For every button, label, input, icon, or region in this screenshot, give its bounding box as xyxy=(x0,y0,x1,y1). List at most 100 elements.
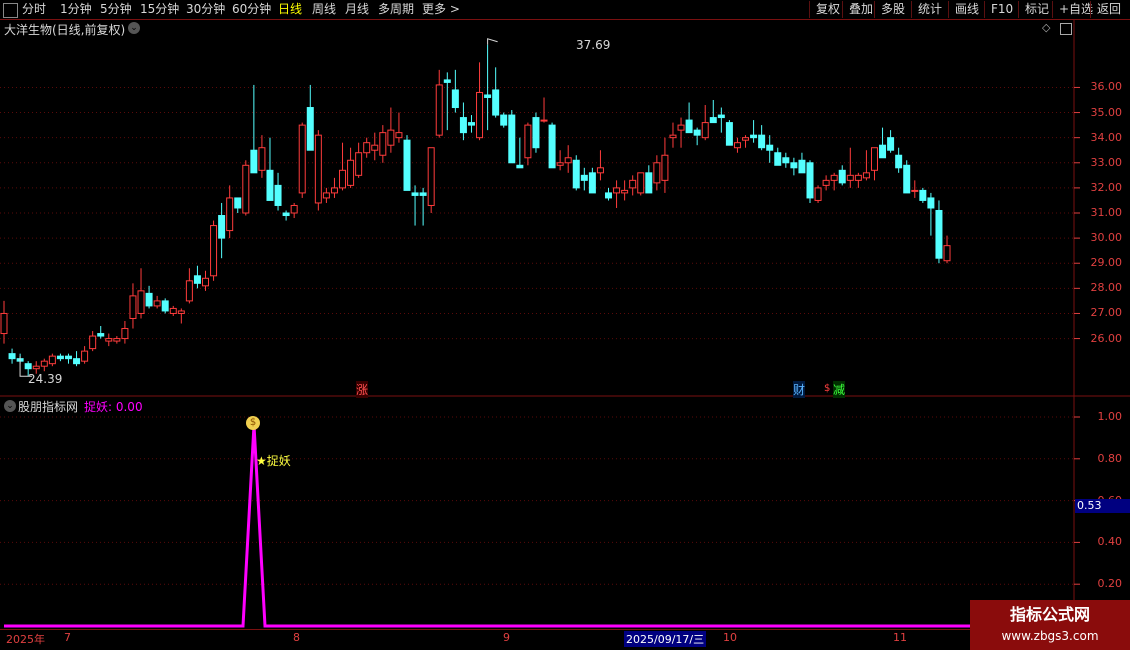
candle xyxy=(887,137,895,151)
candle xyxy=(669,134,677,139)
candle xyxy=(596,167,604,174)
toolbar-period-3[interactable]: 15分钟 xyxy=(140,1,179,18)
candle xyxy=(210,225,218,277)
candle xyxy=(339,169,347,189)
price-chart[interactable] xyxy=(0,19,1130,397)
date-month-10: 10 xyxy=(723,631,737,644)
candle xyxy=(758,134,766,149)
date-year: 2025年 xyxy=(6,633,45,646)
price-axis-tick: 27.00 xyxy=(1090,306,1123,320)
candle xyxy=(387,129,395,146)
toolbar-action-2[interactable]: 多股 xyxy=(874,1,911,18)
dollar-icon: $ xyxy=(824,383,831,394)
candle xyxy=(363,142,371,154)
candle xyxy=(766,144,774,151)
candle xyxy=(250,149,258,174)
toolbar-action-4[interactable]: 画线 xyxy=(948,1,985,18)
toolbar-period-4[interactable]: 30分钟 xyxy=(186,1,225,18)
toolbar-period-8[interactable]: 月线 xyxy=(345,1,369,18)
candle xyxy=(451,89,459,109)
signal-label: ★捉妖 xyxy=(256,454,291,468)
candle xyxy=(774,152,782,166)
toolbar-action-3[interactable]: 统计 xyxy=(911,1,948,18)
candle xyxy=(605,192,612,199)
candle xyxy=(435,84,443,136)
current-value-box: 0.53 xyxy=(1075,499,1130,513)
candle xyxy=(645,172,653,194)
date-month-9: 9 xyxy=(503,631,510,644)
toolbar-menu-icon[interactable] xyxy=(3,3,18,18)
candle xyxy=(685,119,693,134)
candle xyxy=(556,162,564,166)
candle xyxy=(733,142,741,149)
candle xyxy=(548,124,556,169)
candle xyxy=(903,164,911,194)
money-bag-icon: $ xyxy=(246,416,260,430)
candle xyxy=(814,187,822,201)
candle xyxy=(927,197,935,209)
candle xyxy=(621,189,629,194)
candle xyxy=(943,245,951,262)
candle xyxy=(838,169,846,184)
toolbar-period-7[interactable]: 周线 xyxy=(312,1,336,18)
candle xyxy=(484,94,492,98)
candle xyxy=(56,355,64,360)
candle xyxy=(306,107,314,151)
marker-zhang[interactable]: 涨 xyxy=(356,381,369,398)
toolbar-period-10[interactable]: 更多 > xyxy=(422,1,460,18)
watermark-url: www.zbgs3.com xyxy=(1001,629,1099,643)
indicator-axis-tick: 0.40 xyxy=(1097,535,1123,549)
candle xyxy=(862,172,870,179)
candle xyxy=(274,184,282,206)
toolbar-action-8[interactable]: 返回 xyxy=(1090,1,1127,18)
candle xyxy=(870,147,878,171)
candle xyxy=(588,172,596,194)
candle xyxy=(782,157,790,164)
max-price-label: 37.69 xyxy=(576,38,611,52)
candle xyxy=(314,134,322,204)
candle xyxy=(524,124,532,159)
toolbar-action-5[interactable]: F10 xyxy=(984,1,1019,18)
candle xyxy=(661,154,669,181)
toolbar-action-0[interactable]: 复权 xyxy=(809,1,846,18)
indicator-chart[interactable] xyxy=(0,397,1130,629)
toolbar-period-0[interactable]: 分时 xyxy=(22,1,46,18)
toolbar-action-6[interactable]: 标记 xyxy=(1018,1,1055,18)
candle xyxy=(443,79,451,83)
marker-jian[interactable]: 减 xyxy=(833,381,846,398)
toolbar-period-2[interactable]: 5分钟 xyxy=(100,1,132,18)
candle xyxy=(379,132,387,156)
candle xyxy=(81,350,89,362)
toolbar-period-6[interactable]: 日线 xyxy=(278,1,302,18)
candle xyxy=(717,114,725,119)
toolbar-period-1[interactable]: 1分钟 xyxy=(60,1,92,18)
candle xyxy=(919,189,927,201)
candle xyxy=(161,300,169,312)
candle xyxy=(322,192,330,199)
candle xyxy=(516,164,524,169)
candle xyxy=(701,122,709,139)
candle xyxy=(242,164,250,214)
candle xyxy=(64,355,72,360)
candle xyxy=(298,124,306,194)
candle xyxy=(895,154,903,169)
candle xyxy=(693,129,701,136)
candle xyxy=(355,152,363,176)
candle xyxy=(653,162,661,184)
price-axis-tick: 29.00 xyxy=(1090,256,1123,270)
candle xyxy=(105,338,113,342)
candle xyxy=(492,89,500,116)
candle xyxy=(403,139,411,191)
candle xyxy=(89,335,97,350)
toolbar-period-5[interactable]: 60分钟 xyxy=(232,1,271,18)
candle xyxy=(129,295,137,319)
max-pointer xyxy=(487,38,498,45)
candle xyxy=(540,119,548,122)
indicator-axis-tick: 1.00 xyxy=(1097,410,1123,423)
candle xyxy=(790,162,798,169)
marker-cai[interactable]: 财 xyxy=(793,381,806,398)
toolbar-period-9[interactable]: 多周期 xyxy=(378,1,414,18)
candle xyxy=(564,157,572,164)
candle xyxy=(185,280,193,302)
candle xyxy=(500,114,508,126)
